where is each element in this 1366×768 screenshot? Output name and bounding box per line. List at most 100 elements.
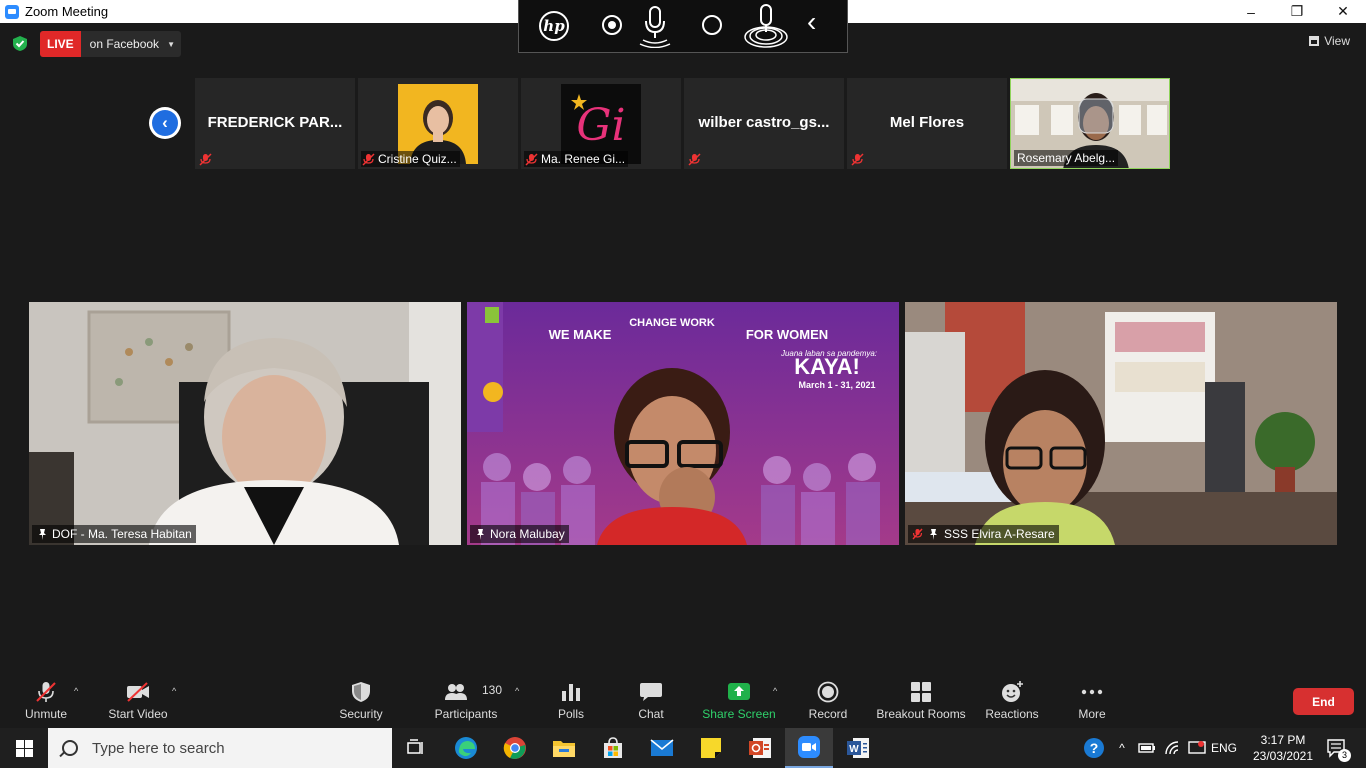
breakout-rooms-button[interactable]: Breakout Rooms: [872, 676, 970, 728]
participant-thumb-active-speaker[interactable]: Rosemary Abelg...: [1010, 78, 1170, 169]
previous-page-button[interactable]: ‹: [149, 107, 181, 139]
share-screen-button[interactable]: Share Screen: [700, 676, 778, 728]
view-label: View: [1324, 34, 1350, 48]
clock-date: 23/03/2021: [1252, 749, 1314, 763]
chat-button[interactable]: Chat: [628, 676, 674, 728]
word-icon: W: [847, 738, 869, 758]
banner-line1: WE MAKE: [549, 327, 612, 342]
edge-icon: [455, 737, 477, 759]
close-button[interactable]: ✕: [1320, 0, 1366, 23]
banner-kaya: KAYA!: [794, 354, 860, 379]
video-tile[interactable]: SSS Elvira A-Resare: [905, 302, 1337, 545]
video-tile[interactable]: WE MAKE CHANGE WORK FOR WOMEN Juana laba…: [467, 302, 899, 545]
camera-mode-icon[interactable]: [702, 15, 722, 35]
participants-button[interactable]: 130 Participants: [430, 676, 502, 728]
pin-icon: [39, 529, 46, 540]
muted-mic-icon: [851, 153, 864, 166]
taskbar-zoom[interactable]: [785, 728, 833, 768]
unmute-button[interactable]: Unmute: [16, 676, 76, 728]
participant-video: [29, 302, 461, 545]
muted-mic-icon: [525, 153, 538, 166]
participant-name: SSS Elvira A-Resare: [944, 527, 1055, 541]
battery-tray-icon[interactable]: [1136, 728, 1158, 768]
participant-thumb[interactable]: FREDERICK PAR...: [195, 78, 355, 169]
record-label: Record: [808, 707, 848, 721]
participants-options-caret[interactable]: ^: [515, 686, 519, 696]
video-tile[interactable]: DOF - Ma. Teresa Habitan: [29, 302, 461, 545]
taskbar-mail[interactable]: [638, 728, 686, 768]
share-options-caret[interactable]: ^: [773, 686, 777, 696]
action-center-button[interactable]: 3: [1320, 728, 1354, 768]
svg-text:?: ?: [1090, 740, 1099, 756]
microphone-icon[interactable]: [639, 4, 671, 48]
network-tray-icon[interactable]: [1162, 728, 1184, 768]
collapse-chevron-icon[interactable]: ‹: [807, 6, 816, 38]
taskbar-clock[interactable]: 3:17 PM 23/03/2021: [1252, 732, 1314, 764]
muted-mic-icon: [199, 153, 212, 166]
participant-name: FREDERICK PAR...: [207, 114, 343, 131]
reactions-smiley-icon: [1002, 681, 1023, 702]
taskbar-file-explorer[interactable]: [540, 728, 588, 768]
muted-mic-icon: [362, 153, 375, 166]
participant-thumb[interactable]: wilber castro_gs...: [684, 78, 844, 169]
logo-text: Gi: [576, 100, 625, 151]
start-button[interactable]: [0, 728, 48, 768]
notification-count-badge: 3: [1338, 749, 1351, 762]
language-indicator[interactable]: ENG: [1210, 728, 1238, 768]
security-label: Security: [339, 707, 383, 721]
record-button[interactable]: Record: [804, 676, 852, 728]
windows-taskbar: Type here to search W ? ^ ENG 3:17 PM 23…: [0, 728, 1366, 768]
view-grid-icon: [1309, 36, 1320, 46]
more-dots-icon: [1081, 689, 1103, 695]
svg-text:W: W: [849, 744, 859, 755]
share-screen-icon: [728, 683, 750, 700]
microphone-array-icon[interactable]: [743, 2, 789, 48]
store-bag-icon: [604, 737, 622, 758]
banner-line3: FOR WOMEN: [746, 327, 828, 342]
taskbar-powerpoint[interactable]: [736, 728, 784, 768]
display-tray-icon[interactable]: [1186, 728, 1208, 768]
participant-thumb[interactable]: Gi Ma. Renee Gi...: [521, 78, 681, 169]
participant-name: Mel Flores: [889, 114, 965, 131]
breakout-rooms-label: Breakout Rooms: [876, 707, 966, 721]
folder-icon: [553, 741, 575, 757]
audio-options-caret[interactable]: ^: [74, 686, 78, 696]
show-hidden-icons-button[interactable]: ^: [1112, 728, 1132, 768]
live-streaming-badge[interactable]: LIVE on Facebook ▼: [40, 31, 181, 57]
chevron-down-icon: ▼: [167, 39, 175, 49]
video-options-caret[interactable]: ^: [172, 686, 176, 696]
taskbar-edge[interactable]: [442, 728, 490, 768]
polls-button[interactable]: Polls: [548, 676, 594, 728]
taskbar-store[interactable]: [589, 728, 637, 768]
minimize-button[interactable]: –: [1228, 0, 1274, 23]
hp-logo: hp: [539, 11, 569, 41]
taskbar-search[interactable]: Type here to search: [48, 728, 392, 768]
security-button[interactable]: Security: [334, 676, 388, 728]
more-button[interactable]: More: [1068, 676, 1116, 728]
breakout-rooms-icon: [911, 682, 931, 702]
participant-thumb[interactable]: Cristine Quiz...: [358, 78, 518, 169]
search-icon: [62, 740, 78, 756]
view-button[interactable]: View: [1309, 34, 1350, 48]
mail-icon: [650, 739, 674, 756]
end-meeting-button[interactable]: End: [1293, 688, 1354, 715]
muted-mic-icon: [688, 153, 701, 166]
live-label: LIVE: [40, 31, 81, 57]
banner-dates: March 1 - 31, 2021: [798, 380, 875, 390]
participants-label: Participants: [434, 707, 498, 721]
maximize-button[interactable]: ❐: [1274, 0, 1320, 23]
zoom-icon: [798, 736, 820, 758]
start-video-button[interactable]: Start Video: [104, 676, 172, 728]
taskbar-sticky-notes[interactable]: [687, 728, 735, 768]
reactions-button[interactable]: Reactions: [982, 676, 1042, 728]
camera-record-icon[interactable]: [602, 15, 622, 35]
taskbar-word[interactable]: W: [834, 728, 882, 768]
polls-icon: [562, 684, 580, 701]
task-view-button[interactable]: [392, 728, 440, 768]
windows-logo-icon: [15, 739, 33, 757]
taskbar-chrome[interactable]: [491, 728, 539, 768]
participant-thumb[interactable]: Mel Flores: [847, 78, 1007, 169]
participant-name: wilber castro_gs...: [698, 114, 830, 131]
unmute-label: Unmute: [24, 707, 68, 721]
help-tray-icon[interactable]: ?: [1080, 728, 1108, 768]
